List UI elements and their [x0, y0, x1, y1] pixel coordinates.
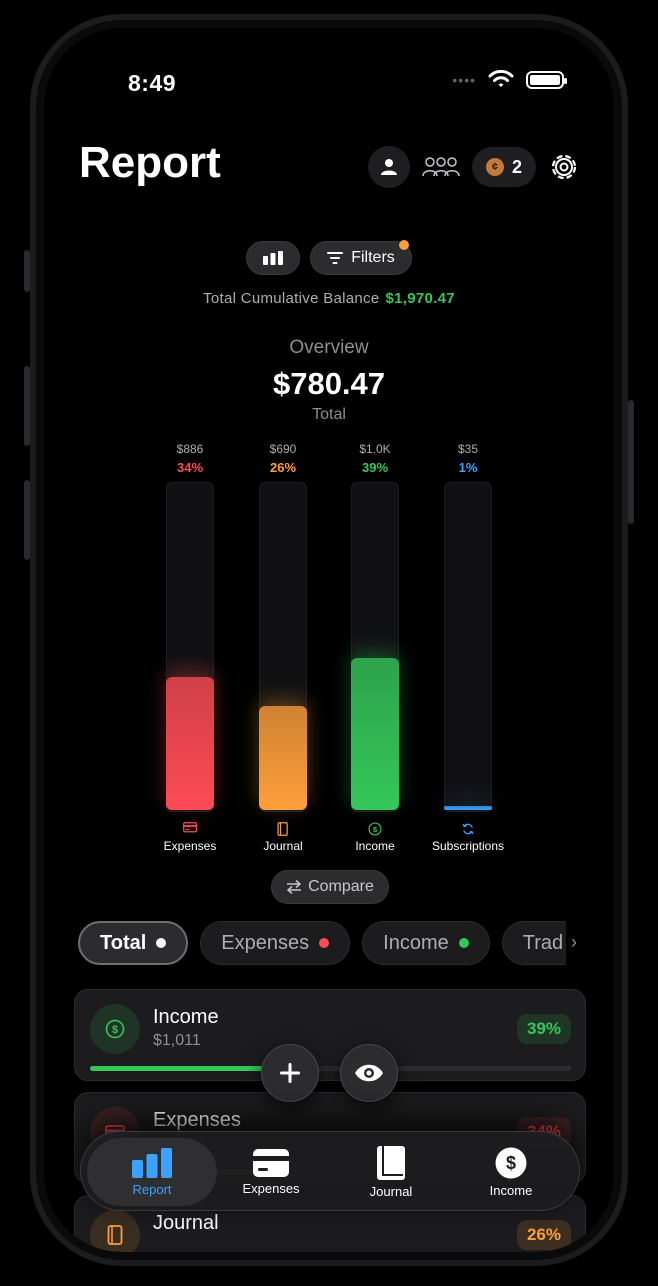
filters-button[interactable]: Filters: [310, 240, 412, 275]
row-progress-fill: [90, 1066, 278, 1071]
eye-icon: [355, 1064, 383, 1082]
header-actions: ¢ 2: [367, 146, 580, 188]
chart-type-button[interactable]: [246, 241, 301, 275]
nav-tab-income[interactable]: $ Income: [446, 1138, 576, 1206]
nav-tab-label: Journal: [369, 1183, 413, 1199]
wifi-icon: [488, 70, 514, 87]
dollar-circle-icon: $: [90, 1004, 140, 1054]
filter-lines-icon: [327, 252, 344, 264]
status-time: 8:49: [128, 70, 177, 96]
bar-category-label: Income: [355, 839, 395, 853]
overview-sub: Total: [312, 406, 346, 423]
volume-down-button: [24, 480, 30, 560]
bar-category-label: Subscriptions: [431, 839, 505, 853]
chart-toolbar: Filters: [44, 240, 614, 275]
page-title: Report: [79, 138, 221, 187]
person-icon: [380, 159, 397, 175]
coin-icon: ¢: [485, 158, 504, 176]
svg-text:$: $: [112, 1024, 118, 1036]
bar-value-label: $35: [457, 442, 479, 456]
row-percent-badge: 26%: [516, 1220, 571, 1250]
card-icon: [253, 1148, 289, 1177]
bar-fill-income: [351, 658, 399, 810]
row-title: Expenses: [153, 1109, 241, 1131]
coin-balance-button[interactable]: ¢ 2: [471, 147, 536, 187]
bar-track: [444, 482, 492, 812]
nav-tab-report[interactable]: Report: [87, 1138, 217, 1206]
add-button[interactable]: [261, 1044, 319, 1102]
cumulative-value: $1,970.47: [385, 290, 455, 307]
tab-label: Expenses: [221, 931, 310, 954]
bar-chart-icon: [132, 1147, 172, 1178]
row-title: Journal: [153, 1212, 219, 1234]
nav-tab-journal[interactable]: Journal: [326, 1138, 456, 1206]
tab-label: Income: [383, 931, 449, 954]
nav-tab-label: Report: [132, 1181, 172, 1197]
dollar-circle-icon: $: [495, 1147, 527, 1179]
book-icon: [259, 822, 307, 836]
svg-text:$: $: [373, 825, 378, 834]
bar-fill-journal: [259, 705, 307, 810]
overview-label: Overview: [289, 337, 369, 358]
bar-percent-label: 39%: [361, 460, 389, 475]
signal-icon: ••••: [452, 72, 476, 88]
category-row-income[interactable]: $ Income $1,011 39%: [74, 989, 586, 1081]
tab-income[interactable]: Income: [362, 921, 490, 965]
svg-text:$: $: [506, 1153, 516, 1173]
tab-color-dot: [156, 938, 167, 948]
mute-switch: [24, 250, 30, 292]
bar-percent-label: 34%: [176, 460, 204, 475]
tab-label: Total: [100, 931, 147, 954]
tab-label: Trad: [522, 931, 564, 954]
row-progress-track: [90, 1066, 571, 1071]
bar-chart-icon: [263, 251, 284, 265]
dollar-circle-icon: $: [351, 822, 399, 836]
compare-label: Compare: [308, 878, 374, 895]
filters-label: Filters: [351, 249, 395, 266]
status-icons: ••••: [452, 70, 567, 90]
swap-arrows-icon: [286, 880, 302, 894]
bar-value-label: $690: [269, 442, 297, 456]
volume-up-button: [24, 366, 30, 446]
cumulative-balance: Total Cumulative Balance $1,970.47: [44, 290, 614, 307]
power-button: [628, 400, 634, 524]
card-icon: [166, 822, 214, 833]
bar-fill-expenses: [166, 676, 214, 810]
compare-button[interactable]: Compare: [271, 870, 389, 904]
row-title: Income: [153, 1006, 219, 1028]
nav-tab-label: Expenses: [242, 1180, 300, 1196]
bar-percent-label: 26%: [269, 460, 297, 475]
nav-tab-label: Income: [489, 1182, 533, 1198]
bar-value-label: $1.0K: [359, 442, 391, 456]
cumulative-label: Total Cumulative Balance: [203, 290, 380, 307]
row-percent-badge: 39%: [516, 1014, 571, 1044]
tab-trad[interactable]: Trad: [501, 921, 566, 965]
book-icon: [90, 1210, 140, 1252]
tab-color-dot: [319, 938, 330, 948]
tab-color-dot: [458, 938, 469, 948]
category-tabs: Total Expenses Income Trad: [78, 921, 566, 967]
overview-amount: $780.47: [272, 366, 386, 401]
refresh-icon: [444, 822, 492, 836]
screen: 8:49 •••• Report ¢ 2 Filters Total Cumul…: [44, 28, 614, 1252]
battery-icon: [526, 71, 567, 89]
tab-expenses[interactable]: Expenses: [200, 921, 351, 965]
chevron-right-icon[interactable]: ›: [571, 932, 577, 953]
group-icon[interactable]: [422, 155, 460, 179]
bottom-tab-bar: Report Expenses Journal $ Income: [80, 1131, 580, 1211]
profile-button[interactable]: [367, 146, 410, 188]
filters-active-dot: [398, 240, 409, 250]
settings-gear-icon[interactable]: [548, 151, 580, 183]
nav-tab-expenses[interactable]: Expenses: [206, 1138, 336, 1206]
plus-icon: [280, 1063, 300, 1083]
bar-value-label: $886: [176, 442, 204, 456]
bar-percent-label: 1%: [458, 460, 478, 475]
row-value: $1,011: [153, 1032, 201, 1049]
tab-total[interactable]: Total: [78, 921, 189, 965]
bar-category-label: Expenses: [163, 839, 217, 853]
visibility-button[interactable]: [340, 1044, 398, 1102]
book-icon: [377, 1145, 405, 1180]
bar-fill-subscriptions: [444, 806, 492, 810]
coin-count: 2: [511, 156, 522, 177]
